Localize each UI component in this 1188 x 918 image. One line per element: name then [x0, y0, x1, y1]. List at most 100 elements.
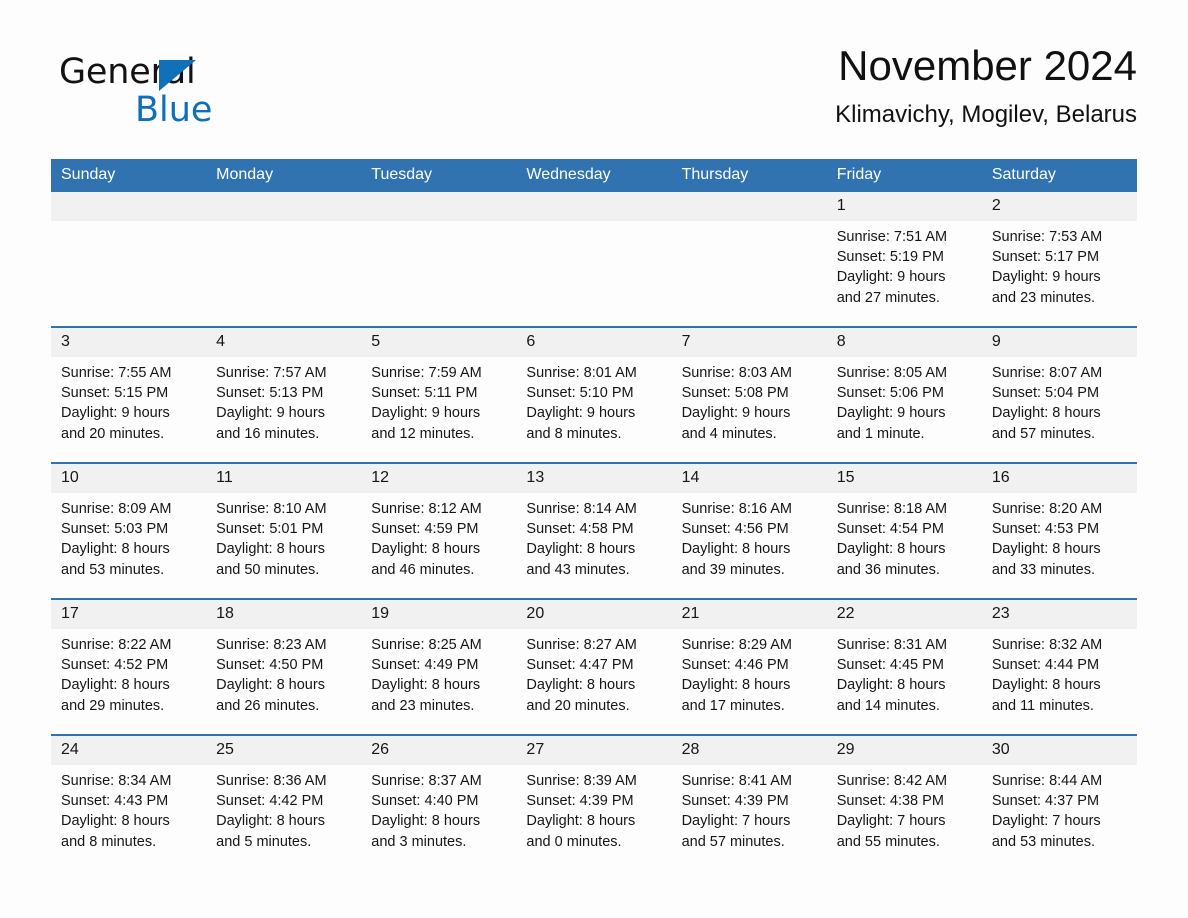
sunrise-time: Sunrise: 8:09 AM — [61, 501, 172, 517]
triangle-icon — [159, 60, 196, 91]
day-cell[interactable]: 10 Sunrise: 8:09 AM Sunset: 5:03 PM Dayligh… — [51, 462, 207, 599]
calendar-week-row: 24 Sunrise: 8:34 AM Sunset: 4:43 PM Dayligh… — [51, 734, 1137, 870]
day-cell[interactable]: 15 Sunrise: 8:18 AM Sunset: 4:54 PM Dayligh… — [826, 462, 982, 599]
sunrise-time: Sunrise: 8:07 AM — [991, 365, 1103, 381]
daylight-duration-line2: and 39 minutes. — [681, 561, 785, 578]
sunset-time: Sunset: 4:56 PM — [681, 521, 789, 538]
day-number: 12 — [361, 464, 517, 493]
day-info: Sunrise: 7:57 AM Sunset: 5:13 PM Daylight:… — [206, 357, 361, 444]
daylight-duration-line2: and 46 minutes. — [371, 561, 475, 578]
sunset-time: Sunset: 4:40 PM — [371, 793, 479, 810]
day-cell[interactable]: 9 Sunrise: 8:07 AM Sunset: 5:04 PM Daylight… — [981, 326, 1137, 463]
weekday-header-friday: Friday — [826, 159, 982, 192]
day-info: Sunrise: 8:01 AM Sunset: 5:10 PM Daylight:… — [516, 357, 671, 444]
day-cell[interactable]: 20 Sunrise: 8:27 AM Sunset: 4:47 PM Dayligh… — [516, 598, 672, 735]
day-number: 28 — [671, 736, 827, 765]
sunset-time: Sunset: 4:46 PM — [681, 657, 789, 674]
sunset-time: Sunset: 5:06 PM — [836, 385, 944, 402]
daylight-duration-line2: and 1 minute. — [836, 425, 925, 442]
day-cell[interactable]: 25 Sunrise: 8:36 AM Sunset: 4:42 PM Dayligh… — [206, 734, 362, 870]
sunset-time: Sunset: 5:04 PM — [991, 385, 1100, 402]
day-cell[interactable]: 21 Sunrise: 8:29 AM Sunset: 4:46 PM Dayligh… — [671, 598, 827, 735]
daylight-duration-line1: Daylight: 8 hours — [216, 677, 325, 694]
day-number: 19 — [361, 600, 517, 629]
day-cell[interactable]: 23 Sunrise: 8:32 AM Sunset: 4:44 PM Dayligh… — [981, 598, 1137, 735]
daylight-duration-line1: Daylight: 8 hours — [526, 813, 636, 830]
calendar-page: General Blue November 2024 Klimavichy, M… — [0, 0, 1188, 918]
day-cell[interactable]: 1 Sunrise: 7:51 AM Sunset: 5:19 PM Daylight… — [826, 192, 982, 327]
sunrise-time: Sunrise: 8:27 AM — [526, 637, 637, 653]
day-cell[interactable]: 22 Sunrise: 8:31 AM Sunset: 4:45 PM Dayligh… — [826, 598, 982, 735]
day-info: Sunrise: 8:32 AM Sunset: 4:44 PM Daylight:… — [982, 629, 1137, 716]
sunset-time: Sunset: 5:08 PM — [681, 385, 789, 402]
day-cell[interactable]: 28 Sunrise: 8:41 AM Sunset: 4:39 PM Dayligh… — [671, 734, 827, 870]
brand-name-blue: Blue — [135, 90, 213, 130]
day-cell[interactable]: 8 Sunrise: 8:05 AM Sunset: 5:06 PM Daylight… — [826, 326, 982, 463]
day-cell[interactable]: 2 Sunrise: 7:53 AM Sunset: 5:17 PM Daylight… — [981, 192, 1137, 327]
sunset-time: Sunset: 4:38 PM — [836, 793, 944, 810]
day-cell-empty — [516, 192, 672, 327]
day-number — [206, 192, 362, 221]
day-info: Sunrise: 8:23 AM Sunset: 4:50 PM Daylight:… — [206, 629, 361, 716]
daylight-duration-line1: Daylight: 9 hours — [991, 269, 1101, 286]
daylight-duration-line1: Daylight: 9 hours — [836, 405, 946, 422]
day-cell[interactable]: 5 Sunrise: 7:59 AM Sunset: 5:11 PM Daylight… — [361, 326, 517, 463]
day-cell[interactable]: 24 Sunrise: 8:34 AM Sunset: 4:43 PM Dayligh… — [51, 734, 207, 870]
day-info: Sunrise: 8:14 AM Sunset: 4:58 PM Daylight:… — [516, 493, 671, 580]
sunrise-time: Sunrise: 8:39 AM — [526, 773, 637, 789]
daylight-duration-line1: Daylight: 8 hours — [836, 541, 946, 558]
day-info: Sunrise: 8:20 AM Sunset: 4:53 PM Daylight:… — [982, 493, 1137, 580]
day-cell[interactable]: 13 Sunrise: 8:14 AM Sunset: 4:58 PM Dayligh… — [516, 462, 672, 599]
daylight-duration-line2: and 4 minutes. — [681, 425, 777, 442]
day-info: Sunrise: 8:36 AM Sunset: 4:42 PM Daylight:… — [206, 765, 361, 852]
day-info: Sunrise: 8:07 AM Sunset: 5:04 PM Daylight:… — [982, 357, 1137, 444]
sunrise-time: Sunrise: 8:25 AM — [371, 637, 482, 653]
day-cell[interactable]: 6 Sunrise: 8:01 AM Sunset: 5:10 PM Daylight… — [516, 326, 672, 463]
day-cell[interactable]: 7 Sunrise: 8:03 AM Sunset: 5:08 PM Daylight… — [671, 326, 827, 463]
day-number: 8 — [826, 328, 982, 357]
day-info: Sunrise: 7:55 AM Sunset: 5:15 PM Daylight:… — [51, 357, 206, 444]
daylight-duration-line2: and 12 minutes. — [371, 425, 475, 442]
day-info: Sunrise: 8:27 AM Sunset: 4:47 PM Daylight:… — [516, 629, 671, 716]
daylight-duration-line2: and 5 minutes. — [216, 833, 312, 850]
day-cell[interactable]: 29 Sunrise: 8:42 AM Sunset: 4:38 PM Dayligh… — [826, 734, 982, 870]
title-block: November 2024 Klimavichy, Mogilev, Belar… — [835, 40, 1137, 132]
page-header: General Blue November 2024 Klimavichy, M… — [51, 40, 1137, 150]
daylight-duration-line1: Daylight: 9 hours — [836, 269, 946, 286]
day-cell[interactable]: 3 Sunrise: 7:55 AM Sunset: 5:15 PM Daylight… — [51, 326, 207, 463]
sunrise-time: Sunrise: 7:55 AM — [61, 365, 172, 381]
day-info: Sunrise: 8:10 AM Sunset: 5:01 PM Daylight:… — [206, 493, 361, 580]
calendar-week-row: 3 Sunrise: 7:55 AM Sunset: 5:15 PM Daylight… — [51, 326, 1137, 463]
day-cell[interactable]: 17 Sunrise: 8:22 AM Sunset: 4:52 PM Dayligh… — [51, 598, 207, 735]
day-cell[interactable]: 30 Sunrise: 8:44 AM Sunset: 4:37 PM Dayligh… — [981, 734, 1137, 870]
daylight-duration-line2: and 26 minutes. — [216, 697, 320, 714]
brand-logo[interactable]: General Blue — [59, 52, 319, 138]
day-cell[interactable]: 16 Sunrise: 8:20 AM Sunset: 4:53 PM Dayligh… — [981, 462, 1137, 599]
day-cell[interactable]: 12 Sunrise: 8:12 AM Sunset: 4:59 PM Dayligh… — [361, 462, 517, 599]
sunset-time: Sunset: 5:10 PM — [526, 385, 634, 402]
day-cell[interactable]: 4 Sunrise: 7:57 AM Sunset: 5:13 PM Daylight… — [206, 326, 362, 463]
sunset-time: Sunset: 5:17 PM — [991, 249, 1100, 266]
day-number: 16 — [981, 464, 1137, 493]
day-cell-empty — [51, 192, 207, 327]
sunrise-time: Sunrise: 8:01 AM — [526, 365, 637, 381]
sunset-time: Sunset: 4:39 PM — [526, 793, 634, 810]
day-cell[interactable]: 11 Sunrise: 8:10 AM Sunset: 5:01 PM Dayligh… — [206, 462, 362, 599]
day-number: 18 — [206, 600, 362, 629]
day-info: Sunrise: 8:22 AM Sunset: 4:52 PM Daylight:… — [51, 629, 206, 716]
daylight-duration-line1: Daylight: 8 hours — [836, 677, 946, 694]
calendar-week-row: 17 Sunrise: 8:22 AM Sunset: 4:52 PM Dayligh… — [51, 598, 1137, 735]
day-cell[interactable]: 14 Sunrise: 8:16 AM Sunset: 4:56 PM Dayligh… — [671, 462, 827, 599]
day-cell[interactable]: 19 Sunrise: 8:25 AM Sunset: 4:49 PM Dayligh… — [361, 598, 517, 735]
weekday-header-monday: Monday — [206, 159, 362, 192]
sunrise-time: Sunrise: 8:23 AM — [216, 637, 327, 653]
sunset-time: Sunset: 4:53 PM — [991, 521, 1100, 538]
daylight-duration-line2: and 36 minutes. — [836, 561, 940, 578]
day-cell[interactable]: 26 Sunrise: 8:37 AM Sunset: 4:40 PM Dayligh… — [361, 734, 517, 870]
daylight-duration-line1: Daylight: 9 hours — [526, 405, 636, 422]
sunrise-time: Sunrise: 8:20 AM — [991, 501, 1103, 517]
day-cell[interactable]: 27 Sunrise: 8:39 AM Sunset: 4:39 PM Dayligh… — [516, 734, 672, 870]
sunset-time: Sunset: 5:01 PM — [216, 521, 324, 538]
day-cell-empty — [206, 192, 362, 327]
day-cell[interactable]: 18 Sunrise: 8:23 AM Sunset: 4:50 PM Dayligh… — [206, 598, 362, 735]
